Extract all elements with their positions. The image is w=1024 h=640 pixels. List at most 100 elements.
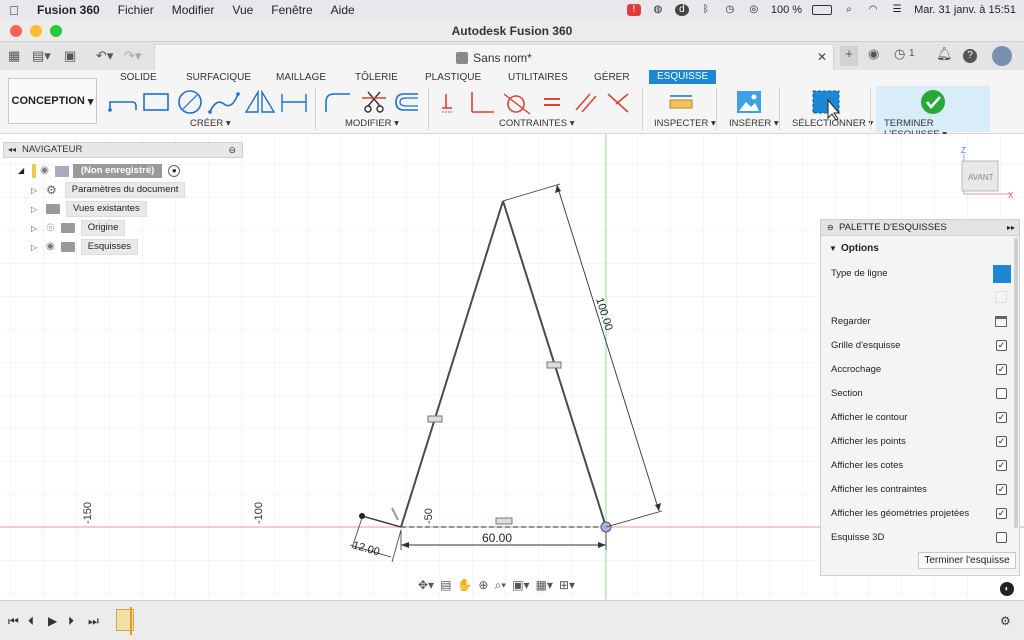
navigator-item-document-settings[interactable]: ⚙ Paramètres du document	[46, 182, 186, 198]
palette-expand-icon[interactable]: ▸▸	[1007, 220, 1015, 236]
wifi-icon[interactable]: ◠	[866, 4, 880, 16]
timeline-marker[interactable]	[130, 607, 132, 635]
expand-triangle-icon[interactable]: ◢	[18, 164, 24, 178]
workspace-switcher[interactable]: CONCEPTION ▾	[8, 78, 97, 124]
job-status-icon[interactable]: ◷	[894, 46, 905, 62]
menu-aide[interactable]: Aide	[322, 3, 364, 17]
shield-icon[interactable]: ◍	[651, 4, 665, 16]
new-tab-plus-icon[interactable]: +	[840, 46, 858, 66]
navigator-root-row[interactable]: ◢ ◉ (Non enregistré) ●	[18, 164, 181, 178]
fillet-tool-icon[interactable]	[325, 93, 350, 112]
palette-row-snap[interactable]: Accrochage ✓	[831, 362, 1007, 378]
menu-clock[interactable]: Mar. 31 janv. à 15:51	[914, 4, 1016, 16]
show-projected-checkbox[interactable]: ✓	[996, 508, 1007, 519]
tab-utilitaires[interactable]: UTILITAIRES	[508, 72, 568, 83]
timeline-last-icon[interactable]: ⏭	[88, 614, 99, 629]
line-tool-icon[interactable]	[108, 101, 137, 112]
offset-tool-icon[interactable]	[395, 93, 418, 111]
grid-settings-icon[interactable]: ▦▾	[536, 578, 553, 592]
sketch-palette-header[interactable]: ⊖ PALETTE D'ESQUISSES ▸▸	[821, 220, 1019, 236]
show-profile-checkbox[interactable]: ✓	[996, 412, 1007, 423]
palette-row-look-at[interactable]: Regarder	[831, 314, 1007, 330]
palette-row-section[interactable]: Section	[831, 386, 1007, 402]
section-checkbox[interactable]	[996, 388, 1007, 399]
sketch-grid-checkbox[interactable]: ✓	[996, 340, 1007, 351]
show-dimensions-checkbox[interactable]: ✓	[996, 460, 1007, 471]
redo-icon[interactable]: ↷▾	[124, 48, 141, 64]
tab-esquisse[interactable]: ESQUISSE	[649, 70, 717, 84]
tangent-constraint-icon[interactable]	[503, 93, 531, 115]
equal-constraint-glyph[interactable]	[427, 415, 443, 423]
eye-icon[interactable]: ◉	[40, 164, 49, 178]
group-modify[interactable]: MODIFIER ▾	[345, 118, 399, 129]
save-icon[interactable]: ▣	[64, 48, 76, 64]
group-constraints[interactable]: CONTRAINTES ▾	[499, 118, 575, 129]
tab-gerer[interactable]: GÉRER	[594, 72, 630, 83]
look-at-nav-icon[interactable]: ▤	[440, 578, 451, 592]
view-cube-face[interactable]: AVANT	[968, 173, 994, 182]
extensions-icon[interactable]: ◉	[868, 46, 879, 62]
look-at-icon[interactable]	[995, 316, 1007, 327]
palette-options-section[interactable]: ▼ Options	[821, 240, 1019, 258]
pan-hand-icon[interactable]: ✋	[457, 578, 472, 592]
tab-tolerie[interactable]: TÔLERIE	[355, 72, 398, 83]
collapse-navigator-icon[interactable]: ◂◂	[8, 143, 16, 157]
search-icon[interactable]: ⌕	[842, 4, 856, 16]
parallel-constraint-icon[interactable]	[575, 93, 597, 113]
coincident-constraint-icon[interactable]	[442, 94, 452, 113]
data-panel-grid-icon[interactable]: ▦	[8, 48, 20, 64]
navigator-item-origin[interactable]: ◎ Origine	[46, 220, 126, 236]
timeline-settings-gear-icon[interactable]: ⚙	[1000, 614, 1011, 628]
palette-minimize-icon[interactable]: ⊖	[827, 220, 834, 236]
palette-row-show-constraints[interactable]: Afficher les contraintes ✓	[831, 482, 1007, 498]
expand-triangle-icon[interactable]: ▷	[31, 186, 37, 195]
activate-radio-icon[interactable]: ●	[168, 165, 181, 177]
timeline-previous-icon[interactable]: ⏴	[28, 614, 34, 629]
expand-triangle-icon[interactable]: ▷	[31, 224, 37, 233]
finish-sketch-area[interactable]: TERMINER L'ESQUISSE ▾	[876, 86, 990, 140]
airdrop-icon[interactable]: ◎	[747, 4, 761, 16]
palette-row-3d-sketch[interactable]: Esquisse 3D	[831, 530, 1007, 546]
user-d-icon[interactable]: d	[674, 4, 689, 16]
tab-maillage[interactable]: MAILLAGE	[276, 72, 326, 83]
navigator-root-label[interactable]: (Non enregistré)	[72, 164, 163, 178]
eye-icon[interactable]: ◉	[46, 240, 55, 254]
menu-modifier[interactable]: Modifier	[163, 3, 224, 17]
dimension-text-base[interactable]: 60.00	[482, 531, 512, 545]
select-tool-icon[interactable]	[812, 90, 842, 120]
notifications-bell-icon[interactable]: 🔔︎	[936, 46, 953, 62]
document-tab[interactable]: Sans nom* ✕	[154, 44, 834, 70]
circle-tool-icon[interactable]	[178, 90, 202, 114]
palette-scrollbar[interactable]	[1014, 238, 1018, 528]
palette-row-sketch-grid[interactable]: Grille d'esquisse ✓	[831, 338, 1007, 354]
menu-fenetre[interactable]: Fenêtre	[262, 3, 321, 17]
control-center-icon[interactable]: ☰	[890, 4, 904, 16]
show-constraints-checkbox[interactable]: ✓	[996, 484, 1007, 495]
viewports-icon[interactable]: ⊞▾	[559, 578, 575, 592]
palette-row-show-points[interactable]: Afficher les points ✓	[831, 434, 1007, 450]
apple-icon[interactable]: 	[0, 3, 28, 18]
tab-solide[interactable]: SOLIDE	[120, 72, 157, 83]
palette-row-show-projected[interactable]: Afficher les géométries projetées ✓	[831, 506, 1007, 522]
navigator-item-named-views[interactable]: Vues existantes	[46, 201, 147, 217]
equal-constraint-glyph[interactable]	[546, 361, 562, 369]
navigator-minimize-icon[interactable]: ⊖	[228, 143, 236, 157]
show-points-checkbox[interactable]: ✓	[996, 436, 1007, 447]
horizontal-constraint-glyph[interactable]	[495, 517, 513, 525]
finish-sketch-button[interactable]: Terminer l'esquisse	[918, 552, 1016, 569]
group-create[interactable]: CRÉER ▾	[190, 118, 231, 129]
help-icon[interactable]: ?	[963, 49, 977, 63]
browser-navigator-header[interactable]: ◂◂ NAVIGATEUR ⊖	[3, 142, 243, 158]
finish-sketch-check-icon[interactable]	[920, 89, 946, 115]
bluetooth-icon[interactable]: ᛒ	[699, 4, 713, 16]
menu-app-name[interactable]: Fusion 360	[28, 3, 109, 17]
3d-sketch-checkbox[interactable]	[996, 532, 1007, 543]
notification-icon[interactable]: !	[626, 4, 641, 16]
zoom-icon[interactable]: ⊕	[478, 578, 488, 592]
zoom-window-icon[interactable]: ⌕▾	[494, 578, 506, 593]
close-tab-icon[interactable]: ✕	[817, 50, 827, 64]
menu-vue[interactable]: Vue	[223, 3, 262, 17]
measure-ruler-icon[interactable]	[668, 90, 694, 116]
display-settings-icon[interactable]: ▣▾	[512, 578, 529, 592]
orbit-icon[interactable]: ✥▾	[418, 578, 434, 592]
